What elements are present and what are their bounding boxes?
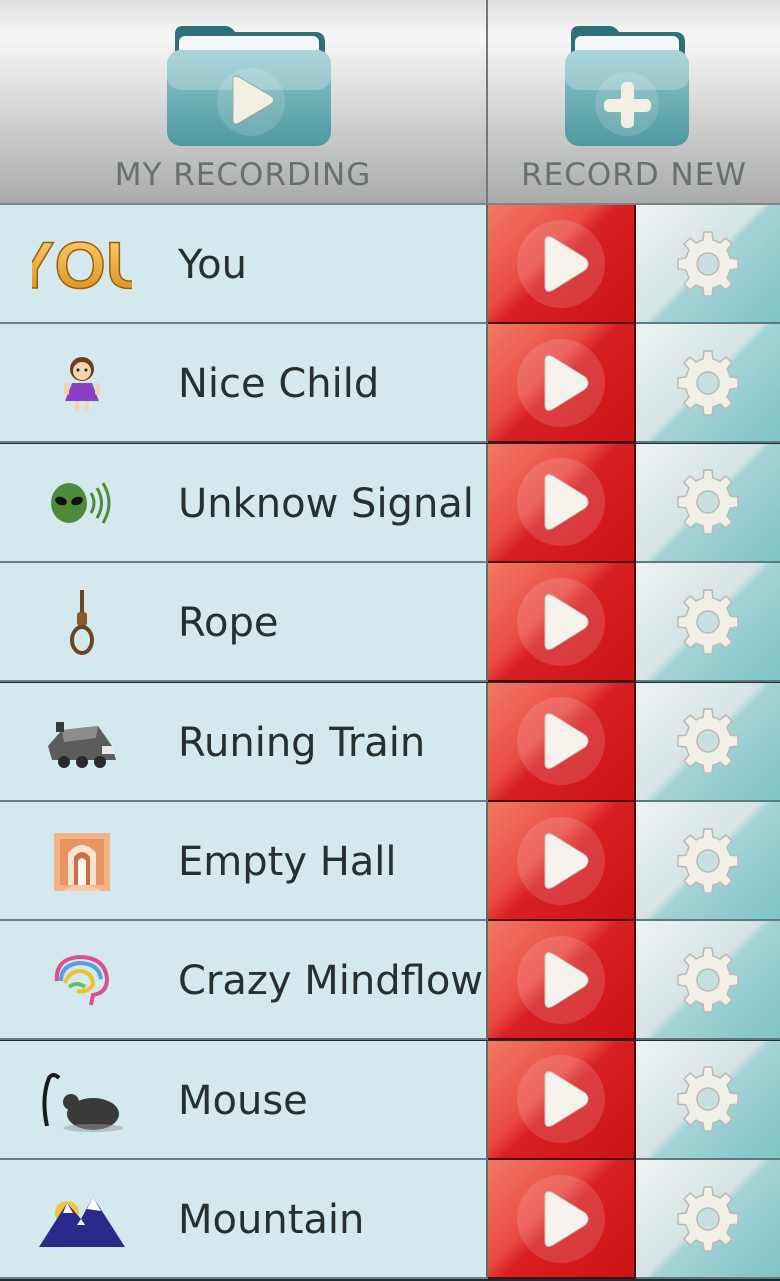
list-item: Nice Child [0, 324, 780, 444]
list-item: Rope [0, 563, 780, 683]
recording-label: Nice Child [178, 361, 380, 408]
mountain-icon [30, 1180, 134, 1260]
svg-text:YOU: YOU [32, 230, 132, 300]
settings-button[interactable] [636, 205, 780, 324]
train-icon [30, 703, 134, 783]
recording-name-cell[interactable]: Empty Hall [0, 802, 488, 921]
recording-label: You [178, 242, 247, 288]
noose-icon [30, 583, 134, 663]
play-button[interactable] [488, 1160, 636, 1280]
play-button[interactable] [488, 563, 636, 683]
settings-button[interactable] [636, 324, 780, 444]
recording-name-cell[interactable]: Runing Train [0, 682, 488, 802]
brain-icon [30, 941, 134, 1021]
recording-label: Unknow Signal [178, 480, 474, 527]
list-item: YOU You [0, 205, 780, 324]
recording-name-cell[interactable]: Mouse [0, 1040, 488, 1160]
recording-label: Crazy Mindflow [178, 958, 484, 1005]
settings-button[interactable] [636, 802, 780, 921]
settings-button[interactable] [636, 1160, 780, 1280]
list-item: Crazy Mindflow [0, 921, 780, 1041]
mouse-icon [30, 1061, 134, 1141]
play-button[interactable] [488, 1040, 636, 1160]
you-text-icon: YOU [30, 225, 134, 305]
recording-name-cell[interactable]: YOU You [0, 205, 488, 324]
play-button[interactable] [488, 802, 636, 921]
record-new-label: RECORD NEW [521, 157, 747, 193]
recording-label: Rope [178, 600, 279, 647]
recording-name-cell[interactable]: Rope [0, 563, 488, 683]
my-recording-button[interactable]: MY RECORDING [0, 0, 488, 205]
settings-button[interactable] [636, 563, 780, 683]
record-new-button[interactable]: RECORD NEW [488, 0, 780, 205]
list-item: Mountain [0, 1160, 780, 1280]
header-bar: MY RECORDING RECORD NEW [0, 0, 780, 205]
recording-name-cell[interactable]: Crazy Mindflow [0, 921, 488, 1041]
recording-name-cell[interactable]: Unknow Signal [0, 443, 488, 563]
play-button[interactable] [488, 921, 636, 1041]
play-button[interactable] [488, 324, 636, 444]
list-item: Unknow Signal [0, 443, 780, 563]
play-button[interactable] [488, 682, 636, 802]
recording-name-cell[interactable]: Nice Child [0, 324, 488, 444]
recording-name-cell[interactable]: Mountain [0, 1160, 488, 1280]
settings-button[interactable] [636, 921, 780, 1041]
list-item: Mouse [0, 1040, 780, 1160]
hall-icon [30, 822, 134, 902]
play-folder-icon [165, 24, 333, 148]
play-button[interactable] [488, 443, 636, 563]
girl-icon [30, 344, 134, 424]
my-recording-label: MY RECORDING [114, 157, 372, 193]
recording-label: Runing Train [178, 719, 426, 766]
settings-button[interactable] [636, 1040, 780, 1160]
recording-label: Mouse [178, 1077, 308, 1124]
settings-button[interactable] [636, 682, 780, 802]
settings-button[interactable] [636, 443, 780, 563]
add-folder-icon [563, 24, 691, 148]
alien-signal-icon [30, 464, 134, 544]
recording-label: Mountain [178, 1197, 365, 1244]
list-item: Empty Hall [0, 802, 780, 921]
recording-label: Empty Hall [178, 839, 397, 885]
list-item: Runing Train [0, 682, 780, 802]
play-button[interactable] [488, 205, 636, 324]
